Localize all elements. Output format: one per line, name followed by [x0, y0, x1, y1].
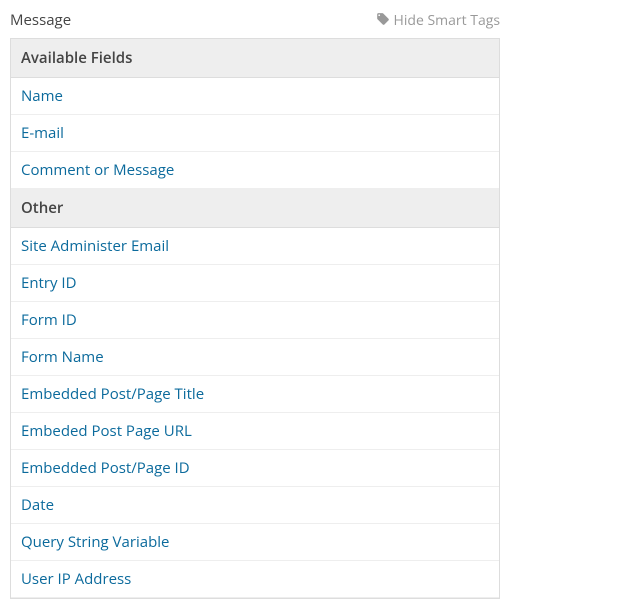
field-item[interactable]: Embedded Post/Page Title — [11, 376, 499, 413]
field-item[interactable]: Comment or Message — [11, 152, 499, 189]
field-item[interactable]: User IP Address — [11, 561, 499, 598]
hide-smart-tags-toggle[interactable]: Hide Smart Tags — [376, 11, 500, 30]
hide-smart-tags-label: Hide Smart Tags — [394, 11, 500, 30]
field-item[interactable]: Entry ID — [11, 265, 499, 302]
header-row: Message Hide Smart Tags — [10, 10, 500, 38]
section-label: Message — [10, 10, 71, 30]
group-header-available-fields: Available Fields — [11, 39, 499, 78]
group-header-other: Other — [11, 189, 499, 228]
field-list-available: Name E-mail Comment or Message — [11, 78, 499, 189]
smart-tags-panel: Available Fields Name E-mail Comment or … — [10, 38, 500, 599]
field-item[interactable]: Embeded Post Page URL — [11, 413, 499, 450]
field-item[interactable]: Form ID — [11, 302, 499, 339]
field-item[interactable]: Query String Variable — [11, 524, 499, 561]
field-item[interactable]: E-mail — [11, 115, 499, 152]
field-item[interactable]: Form Name — [11, 339, 499, 376]
field-item[interactable]: Date — [11, 487, 499, 524]
tag-icon — [376, 12, 390, 29]
field-item[interactable]: Embedded Post/Page ID — [11, 450, 499, 487]
field-item[interactable]: Name — [11, 78, 499, 115]
field-list-other: Site Administer Email Entry ID Form ID F… — [11, 228, 499, 598]
field-item[interactable]: Site Administer Email — [11, 228, 499, 265]
